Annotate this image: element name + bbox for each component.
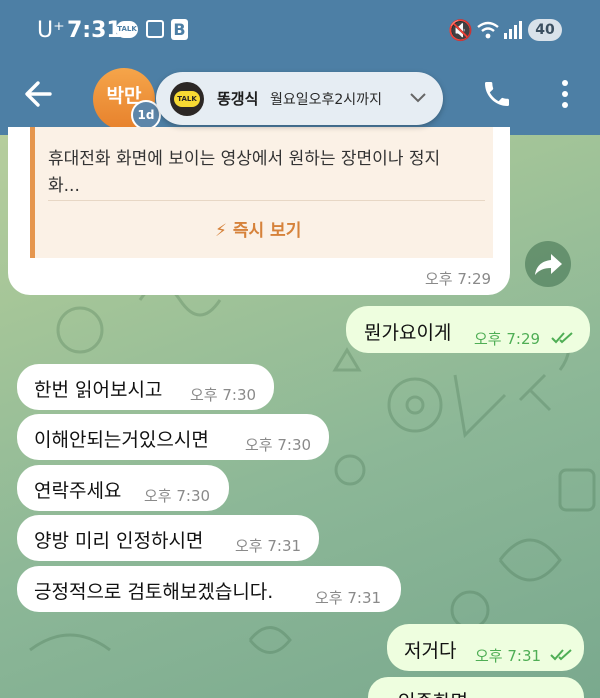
outgoing-message[interactable]: 저거다 오후 7:31 xyxy=(387,624,584,671)
message-time: 오후 7:30 xyxy=(245,436,312,454)
message-time: 오후 7:29 xyxy=(425,270,492,288)
message-text: 양방 미리 인정하시면 xyxy=(34,530,204,552)
link-preview-description-cont: 화... xyxy=(48,176,80,196)
outgoing-message[interactable]: 인증화면 xyxy=(368,677,584,698)
battery-icon: 40 xyxy=(528,19,562,41)
forward-button[interactable] xyxy=(525,241,571,287)
message-time: 오후 7:30 xyxy=(144,487,211,505)
message-text: 저거다 xyxy=(404,640,457,662)
mute-icon: 🔇 xyxy=(448,18,473,42)
message-text: 뭔가요이게 xyxy=(364,322,452,344)
kakaotalk-app-icon: TALK xyxy=(170,82,204,116)
read-checkmarks-icon xyxy=(551,332,573,344)
talk-label: TALK xyxy=(174,91,200,107)
message-time: 오후 7:29 xyxy=(474,330,541,348)
read-checkmarks-icon xyxy=(550,649,572,661)
status-time: 7:31 xyxy=(67,18,122,43)
message-text: 연락주세요 xyxy=(34,480,122,502)
message-time: 오후 7:31 xyxy=(315,589,382,607)
back-button[interactable] xyxy=(20,76,60,112)
outgoing-message[interactable]: 뭔가요이게 오후 7:29 xyxy=(346,306,590,353)
incoming-message[interactable]: 긍정적으로 검토해보겠습니다. 오후 7:31 xyxy=(17,566,401,612)
incoming-message[interactable]: 양방 미리 인정하시면 오후 7:31 xyxy=(17,515,319,561)
link-preview-divider xyxy=(48,200,485,201)
instant-view-button[interactable]: ⚡ 즉시 보기 xyxy=(215,216,301,241)
incoming-message[interactable]: 이해안되는거있으시면 오후 7:30 xyxy=(17,414,329,460)
message-text: 인증화면 xyxy=(398,687,468,698)
status-bar: U⁺ 7:31 TALK B 🔇 40 xyxy=(0,0,600,62)
message-time: 오후 7:31 xyxy=(475,647,542,665)
message-text: 한번 읽어보시고 xyxy=(34,379,163,401)
more-vertical-icon[interactable] xyxy=(555,76,575,112)
incoming-message[interactable]: 한번 읽어보시고 오후 7:30 xyxy=(17,364,274,410)
notification-text: 월요일오후2시까지 xyxy=(270,92,382,108)
scan-icon xyxy=(146,20,164,38)
instant-view-label: 즉시 보기 xyxy=(232,221,302,241)
incoming-message[interactable]: 연락주세요 오후 7:30 xyxy=(17,465,229,511)
wifi-icon xyxy=(477,21,499,39)
carrier-label: U⁺ xyxy=(37,18,65,43)
message-text: 긍정적으로 검토해보겠습니다. xyxy=(34,581,274,603)
kakaotalk-icon: TALK xyxy=(116,21,138,38)
message-text: 이해안되는거있으시면 xyxy=(34,429,209,451)
phone-icon[interactable] xyxy=(481,78,513,110)
message-time: 오후 7:30 xyxy=(190,386,257,404)
bolt-icon: ⚡ xyxy=(215,221,227,241)
notification-banner[interactable]: TALK 똥갱식 월요일오후2시까지 xyxy=(156,72,443,125)
b-app-icon: B xyxy=(171,19,188,40)
chevron-down-icon[interactable] xyxy=(409,91,427,103)
signal-icon xyxy=(504,21,522,39)
notification-sender: 똥갱식 xyxy=(217,90,259,108)
link-preview-description: 휴대전화 화면에 보이는 영상에서 원하는 장면이나 정지 xyxy=(48,149,441,169)
message-time: 오후 7:31 xyxy=(235,537,302,555)
